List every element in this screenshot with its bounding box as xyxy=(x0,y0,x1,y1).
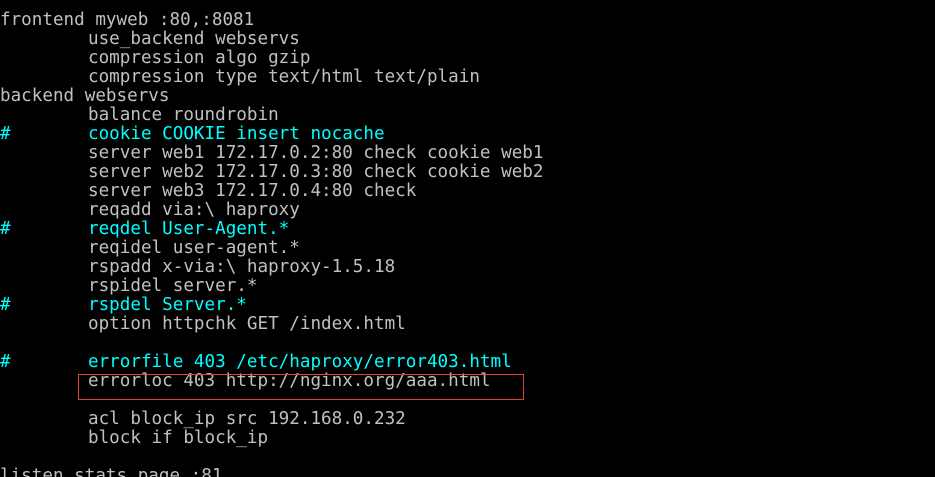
line-text: acl block_ip src 192.168.0.232 xyxy=(88,409,406,429)
config-line xyxy=(0,334,935,353)
config-line: server web1 172.17.0.2:80 check cookie w… xyxy=(0,144,935,163)
line-text: rspidel server.* xyxy=(88,276,258,296)
line-text: option httpchk GET /index.html xyxy=(88,314,406,334)
terminal-window[interactable]: frontend myweb :80,:8081 use_backend webs… xyxy=(0,0,935,477)
line-text: listen stats page :81 xyxy=(0,466,223,477)
line-text: block if block_ip xyxy=(88,428,269,448)
config-line-commented: # rspdel Server.* xyxy=(0,296,935,315)
config-line: compression type text/html text/plain xyxy=(0,68,935,87)
config-line: option httpchk GET /index.html xyxy=(0,315,935,334)
comment-marker: # xyxy=(0,124,11,144)
config-line: acl block_ip src 192.168.0.232 xyxy=(0,410,935,429)
line-text: reqidel user-agent.* xyxy=(88,238,300,258)
config-line: reqidel user-agent.* xyxy=(0,239,935,258)
line-text: reqdel User-Agent.* xyxy=(88,219,290,239)
line-text: balance roundrobin xyxy=(88,105,279,125)
line-text: reqadd via:\ haproxy xyxy=(88,200,300,220)
config-line: reqadd via:\ haproxy xyxy=(0,201,935,220)
line-text: server web3 172.17.0.4:80 check xyxy=(88,181,417,201)
config-line: listen stats page :81 xyxy=(0,467,935,477)
line-text: rspadd x-via:\ haproxy-1.5.18 xyxy=(88,257,396,277)
config-line: rspadd x-via:\ haproxy-1.5.18 xyxy=(0,258,935,277)
config-line: rspidel server.* xyxy=(0,277,935,296)
highlight-box xyxy=(78,374,524,400)
config-line: balance roundrobin xyxy=(0,106,935,125)
config-line: server web3 172.17.0.4:80 check xyxy=(0,182,935,201)
line-text: compression type text/html text/plain xyxy=(88,67,480,87)
config-line xyxy=(0,448,935,467)
comment-marker: # xyxy=(0,295,11,315)
config-line: block if block_ip xyxy=(0,429,935,448)
line-text: rspdel Server.* xyxy=(88,295,247,315)
comment-marker: # xyxy=(0,352,11,372)
config-line-commented: # cookie COOKIE insert nocache xyxy=(0,125,935,144)
line-text: compression algo gzip xyxy=(88,48,311,68)
config-line: compression algo gzip xyxy=(0,49,935,68)
line-text: frontend myweb :80,:8081 xyxy=(0,10,255,30)
line-text: backend webservs xyxy=(0,86,170,106)
config-line-commented: # errorfile 403 /etc/haproxy/error403.htm… xyxy=(0,353,935,372)
line-text: server web1 172.17.0.2:80 check cookie w… xyxy=(88,143,544,163)
config-line: frontend myweb :80,:8081 xyxy=(0,11,935,30)
comment-marker: # xyxy=(0,219,11,239)
config-line-commented: # reqdel User-Agent.* xyxy=(0,220,935,239)
line-text: cookie COOKIE insert nocache xyxy=(88,124,385,144)
line-text: use_backend webservs xyxy=(88,29,300,49)
config-line: use_backend webservs xyxy=(0,30,935,49)
line-text: server web2 172.17.0.3:80 check cookie w… xyxy=(88,162,544,182)
config-line: server web2 172.17.0.3:80 check cookie w… xyxy=(0,163,935,182)
line-text: errorfile 403 /etc/haproxy/error403.html xyxy=(88,352,512,372)
config-line: backend webservs xyxy=(0,87,935,106)
